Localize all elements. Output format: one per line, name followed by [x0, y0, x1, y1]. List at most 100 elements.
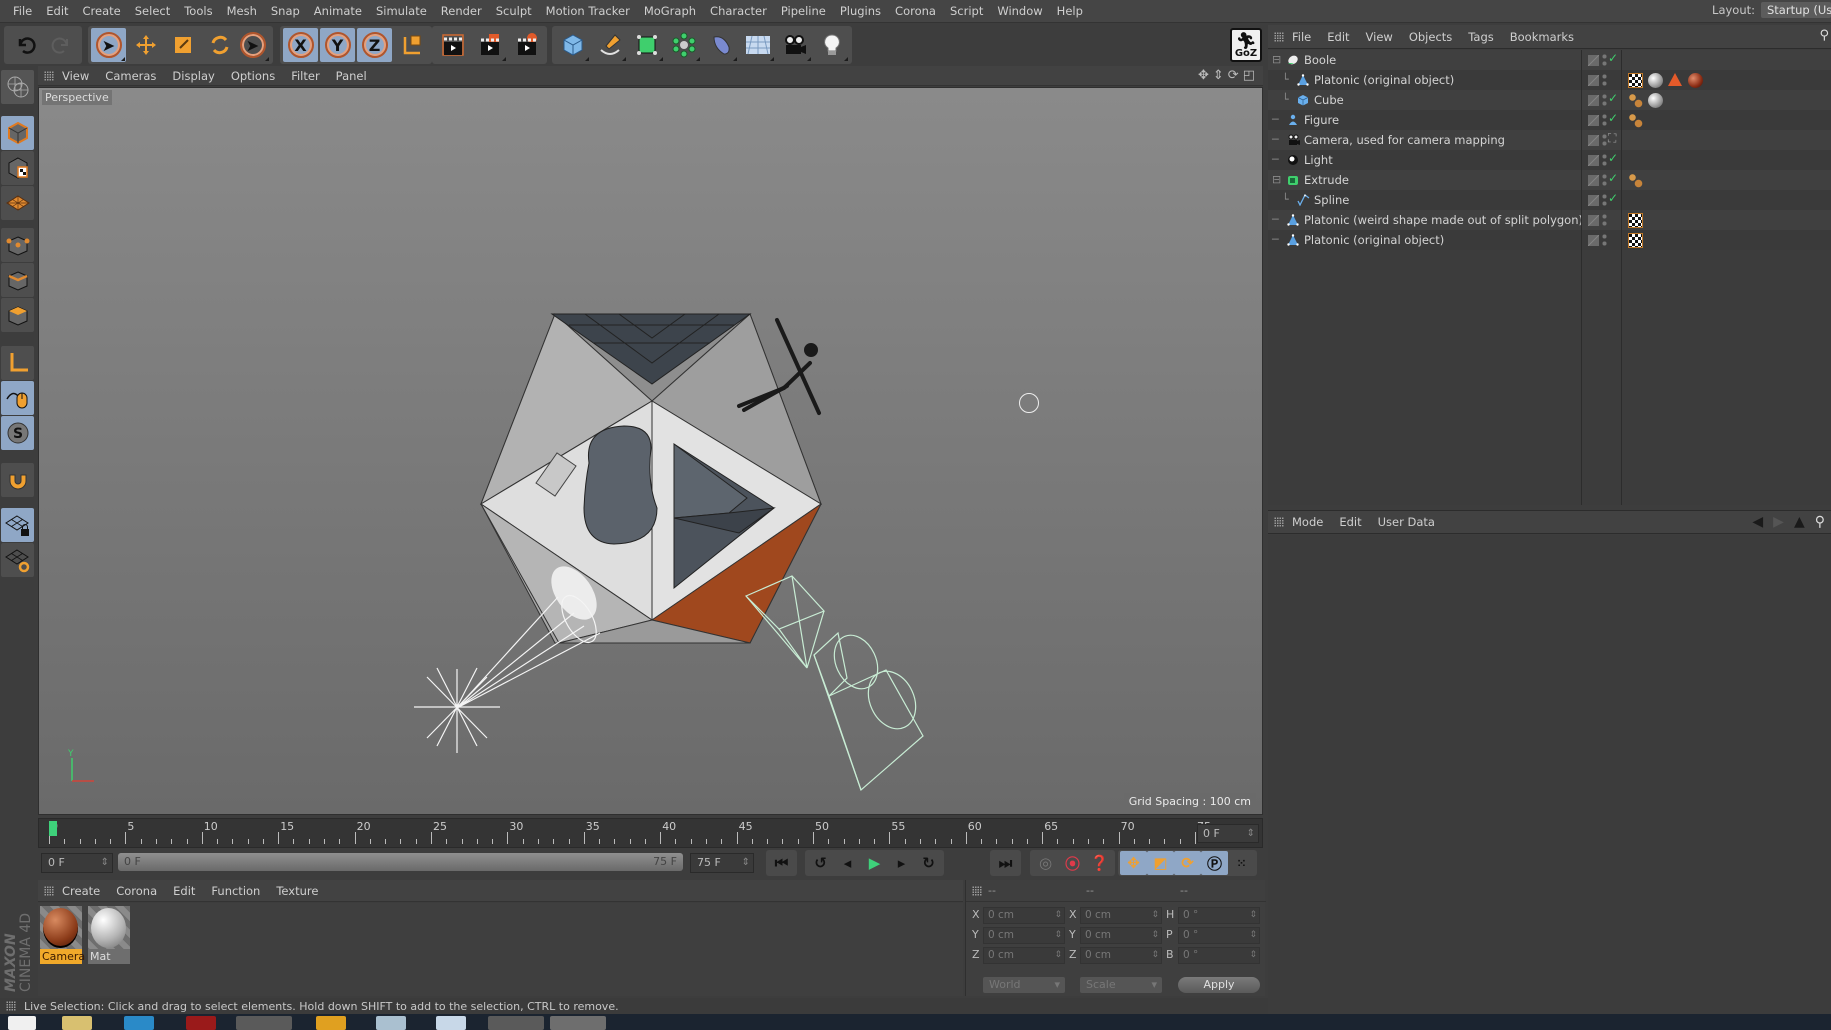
object-row[interactable]: └ Cube ✓ — [1268, 90, 1831, 110]
layer-visibility-icon[interactable] — [1588, 135, 1599, 146]
model-mode-button[interactable] — [1, 116, 34, 150]
prev-key-button[interactable]: ↺ — [807, 851, 834, 875]
menu-select[interactable]: Select — [128, 4, 177, 18]
hole-shape[interactable] — [583, 425, 658, 545]
key-pla-button[interactable]: ⁙ — [1228, 851, 1255, 875]
material-menu-corona[interactable]: Corona — [108, 884, 165, 898]
coordinate-space-select[interactable]: World — [983, 977, 1065, 993]
autokey-button[interactable]: ❓ — [1086, 851, 1113, 875]
layout-dropdown[interactable]: Startup (User) — [1761, 2, 1831, 18]
timeline-ruler[interactable]: 051015202530354045505560657075 0 F — [38, 818, 1263, 848]
viewport-menu-options[interactable]: Options — [223, 69, 283, 83]
layer-visibility-icon[interactable] — [1588, 195, 1599, 206]
toggle-view-icon[interactable]: ◰ — [1243, 68, 1255, 83]
record-active-objects-button[interactable]: ⦿ — [1059, 851, 1086, 875]
editor-render-visibility-toggle[interactable] — [1602, 213, 1607, 227]
add-cube-button[interactable] — [555, 28, 590, 62]
layer-visibility-icon[interactable] — [1588, 75, 1599, 86]
expand-toggle-icon[interactable]: ⊟ — [1272, 50, 1281, 70]
menu-mograph[interactable]: MoGraph — [637, 4, 703, 18]
layer-visibility-icon[interactable] — [1588, 235, 1599, 246]
texture-checker-tag-icon[interactable] — [1628, 73, 1643, 88]
object-menu-objects[interactable]: Objects — [1401, 30, 1460, 44]
menu-render[interactable]: Render — [434, 4, 489, 18]
size-x-field[interactable]: 0 cm — [1080, 907, 1162, 924]
object-name[interactable]: Extrude — [1304, 170, 1349, 190]
render-settings-button[interactable] — [509, 28, 544, 62]
menu-simulate[interactable]: Simulate — [369, 4, 434, 18]
panel-grip-handle[interactable] — [6, 1001, 16, 1011]
frame-ruler[interactable]: 051015202530354045505560657075 — [49, 819, 1211, 847]
object-row[interactable]: ─ Figure ✓ — [1268, 110, 1831, 130]
viewport-menu-filter[interactable]: Filter — [283, 69, 327, 83]
editor-render-visibility-toggle[interactable] — [1602, 193, 1607, 207]
menu-pipeline[interactable]: Pipeline — [774, 4, 833, 18]
render-to-picture-viewer-button[interactable] — [472, 28, 507, 62]
size-y-field[interactable]: 0 cm — [1080, 927, 1162, 944]
menu-script[interactable]: Script — [943, 4, 990, 18]
material-menu-create[interactable]: Create — [54, 884, 108, 898]
expand-toggle-icon[interactable]: ⊟ — [1272, 170, 1281, 190]
editor-render-visibility-toggle[interactable] — [1602, 73, 1607, 87]
prev-frame-button[interactable]: ◂ — [834, 851, 861, 875]
search-icon[interactable]: ⚲ — [1815, 514, 1825, 530]
panel-grip-handle[interactable] — [1274, 517, 1284, 527]
x-axis-lock-button[interactable]: X — [283, 28, 318, 62]
file-explorer-icon[interactable] — [62, 1016, 92, 1030]
panel-grip-handle[interactable] — [44, 885, 54, 896]
editor-render-visibility-toggle[interactable] — [1602, 233, 1607, 247]
layer-visibility-icon[interactable] — [1588, 55, 1599, 66]
object-name[interactable]: Light — [1304, 150, 1333, 170]
menu-sculpt[interactable]: Sculpt — [489, 4, 539, 18]
object-row[interactable]: ─ Platonic (weird shape made out of split… — [1268, 210, 1831, 230]
back-arrow-icon[interactable]: ◀ — [1752, 514, 1763, 530]
search-icon[interactable]: ⚲ — [1819, 28, 1829, 43]
layer-visibility-icon[interactable] — [1588, 95, 1599, 106]
position-y-field[interactable]: 0 cm — [983, 927, 1065, 944]
rotation-h-field[interactable]: 0 ° — [1178, 907, 1260, 924]
add-camera-button[interactable] — [777, 28, 812, 62]
add-subdivision-button[interactable] — [629, 28, 664, 62]
current-frame-field[interactable]: 0 F — [1197, 824, 1259, 843]
menu-tools[interactable]: Tools — [177, 4, 219, 18]
phong-tag-icon[interactable] — [1628, 173, 1643, 188]
add-floor-button[interactable] — [740, 28, 775, 62]
live-selection-button[interactable]: ➤ — [91, 28, 126, 62]
object-menu-bookmarks[interactable]: Bookmarks — [1502, 30, 1582, 44]
make-editable-button[interactable] — [1, 70, 34, 104]
recent-tool-button[interactable]: ➤ — [235, 28, 270, 62]
editor-render-visibility-toggle[interactable] — [1602, 153, 1607, 167]
goz-button[interactable]: 🏃︎ GoZ — [1230, 28, 1262, 62]
preview-range-slider[interactable]: 0 F 75 F — [118, 853, 683, 871]
scale-tool-button[interactable] — [165, 28, 200, 62]
editor-render-visibility-toggle[interactable] — [1602, 93, 1607, 107]
y-axis-lock-button[interactable]: Y — [320, 28, 355, 62]
enabled-check-icon[interactable]: ✓ — [1608, 151, 1618, 165]
material-sphere-tag-icon[interactable] — [1648, 93, 1663, 108]
material-menu-edit[interactable]: Edit — [165, 884, 203, 898]
object-menu-tags[interactable]: Tags — [1460, 30, 1501, 44]
polygons-mode-button[interactable] — [1, 298, 34, 332]
menu-character[interactable]: Character — [703, 4, 774, 18]
layer-visibility-icon[interactable] — [1588, 115, 1599, 126]
object-row[interactable]: └ Spline ✓ — [1268, 190, 1831, 210]
layer-visibility-icon[interactable] — [1588, 155, 1599, 166]
material-menu-texture[interactable]: Texture — [268, 884, 326, 898]
record-disabled-button[interactable]: ◎ — [1032, 851, 1059, 875]
object-name[interactable]: Platonic (original object) — [1304, 230, 1444, 250]
add-pen-button[interactable] — [592, 28, 627, 62]
z-axis-lock-button[interactable]: Z — [357, 28, 392, 62]
forward-arrow-icon[interactable]: ▶ — [1773, 514, 1784, 530]
camera-object[interactable] — [744, 575, 925, 792]
object-name[interactable]: Figure — [1304, 110, 1339, 130]
app-blue-icon[interactable] — [124, 1016, 154, 1030]
panel-grip-handle[interactable] — [44, 70, 54, 81]
add-array-button[interactable] — [666, 28, 701, 62]
attribute-menu-user-data[interactable]: User Data — [1370, 515, 1443, 529]
menu-snap[interactable]: Snap — [264, 4, 307, 18]
layer-visibility-icon[interactable] — [1588, 215, 1599, 226]
viewport-menu-display[interactable]: Display — [164, 69, 222, 83]
object-row[interactable]: └ Platonic (original object) — [1268, 70, 1831, 90]
add-light-button[interactable] — [814, 28, 849, 62]
size-mode-select[interactable]: Scale — [1080, 977, 1162, 993]
